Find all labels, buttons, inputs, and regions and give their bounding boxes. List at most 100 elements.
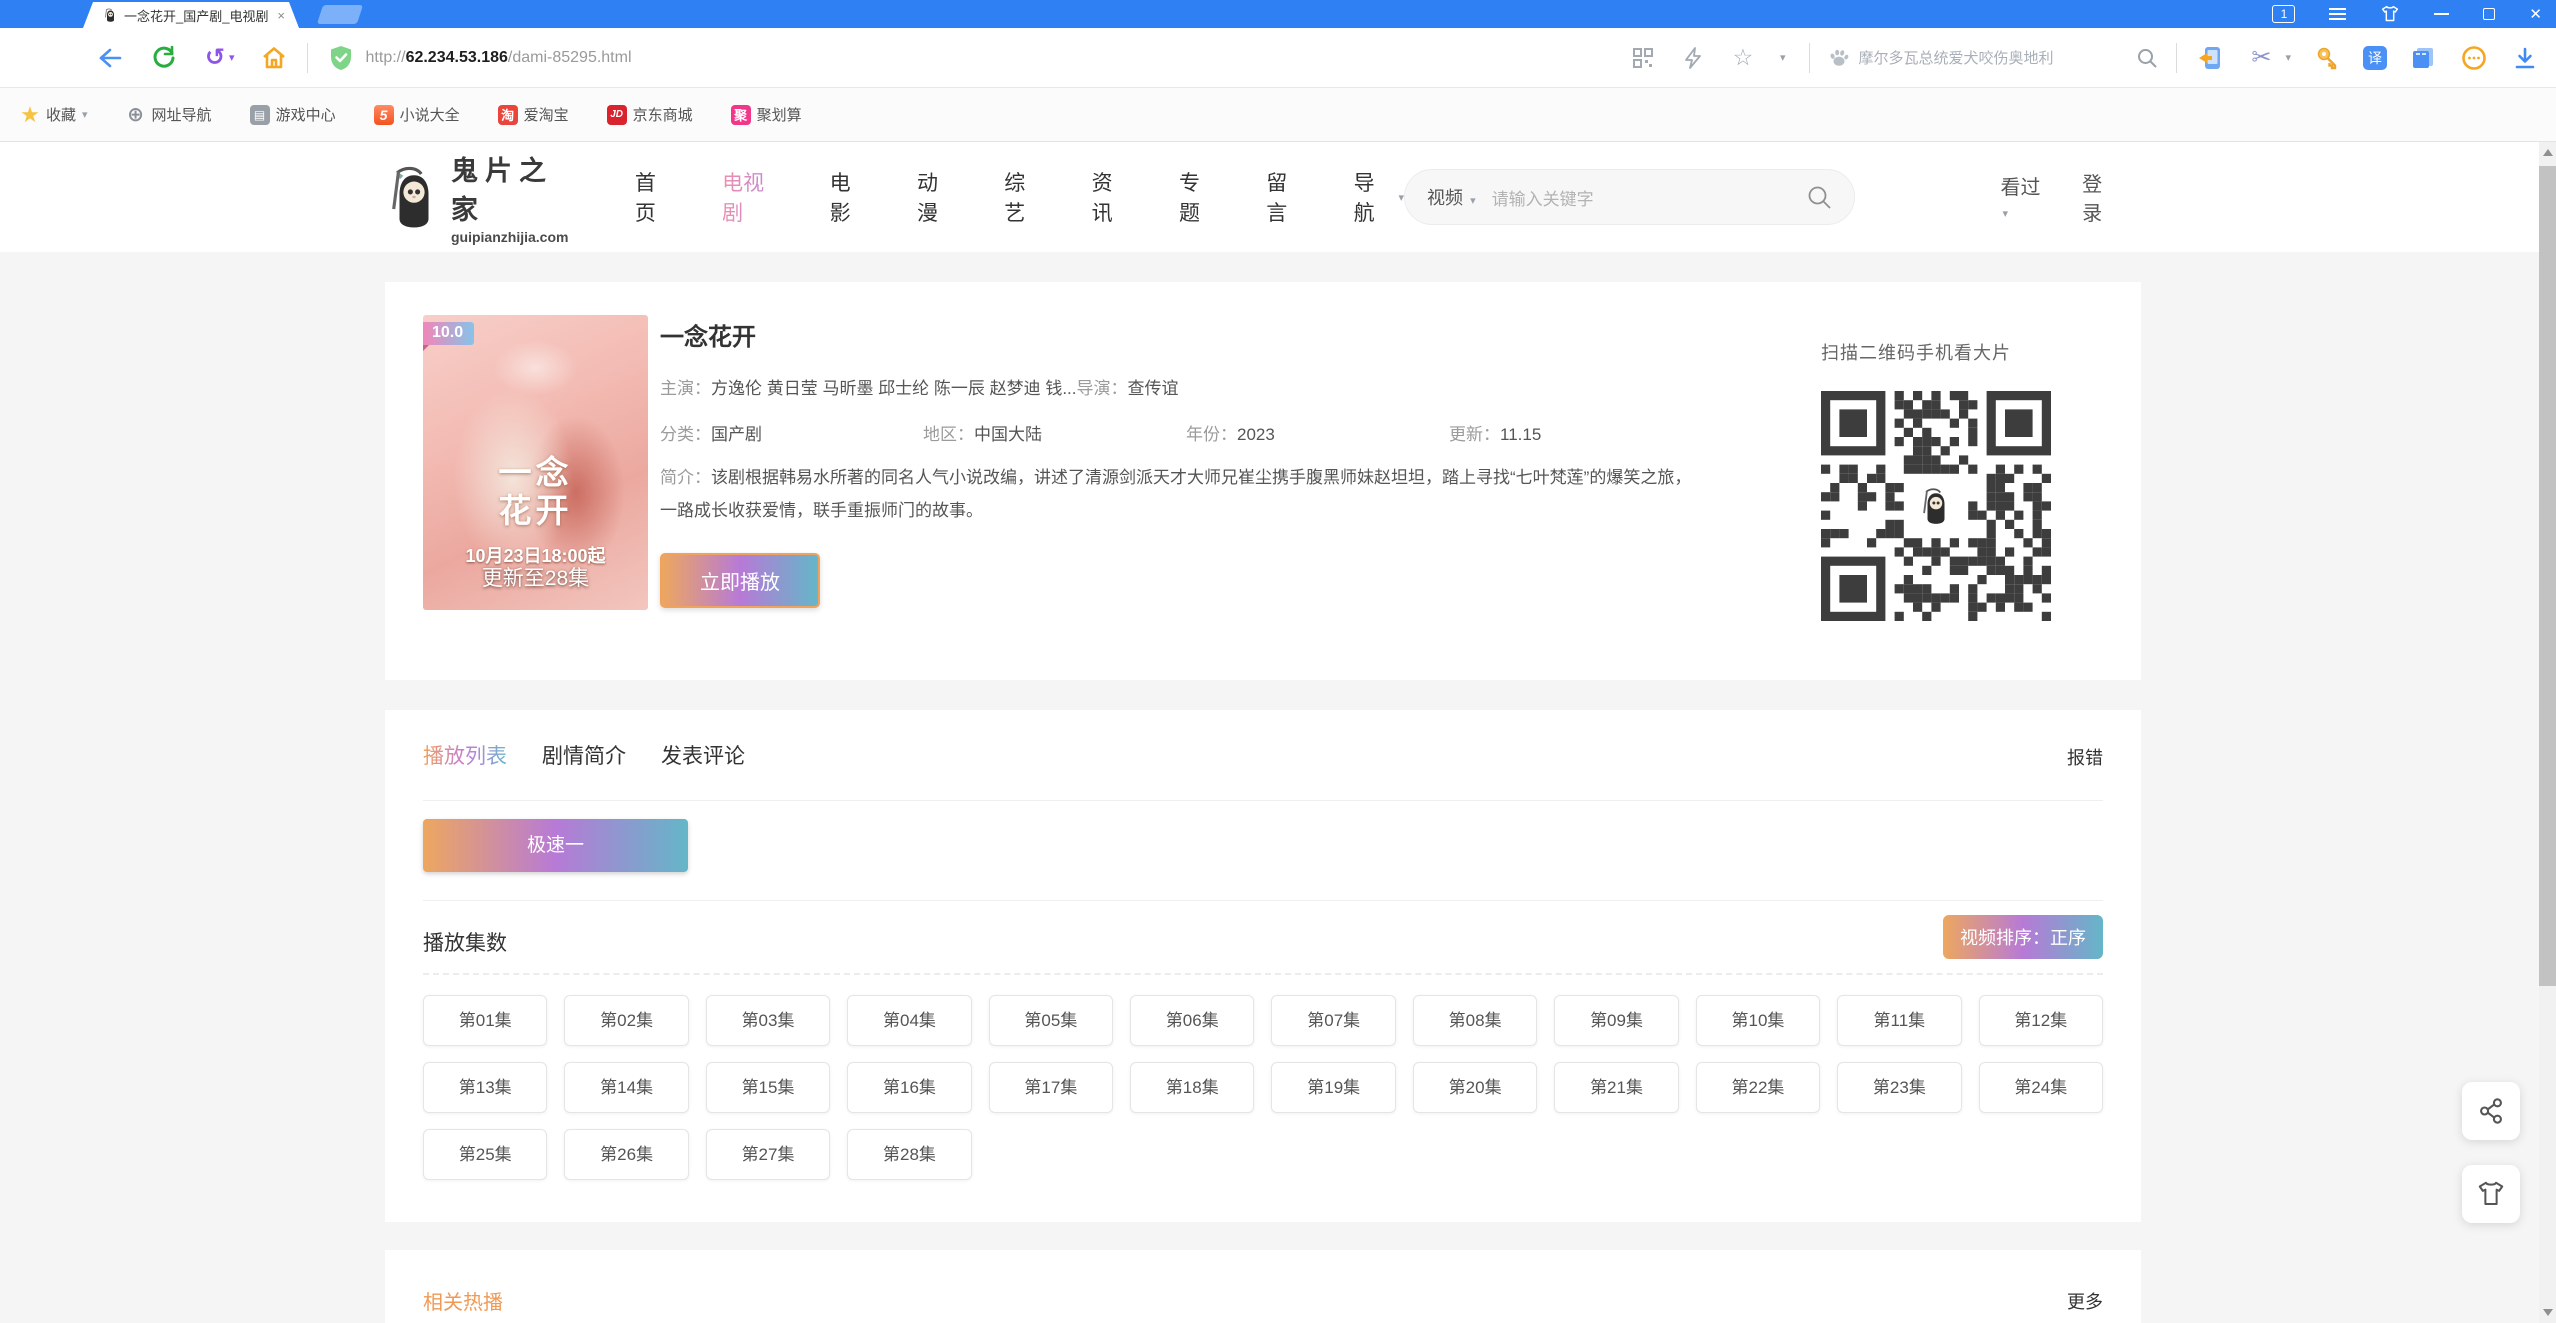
playlist-tab[interactable]: 发表评论 (661, 740, 745, 770)
home-icon[interactable] (259, 43, 289, 73)
screenshot-scissors-icon[interactable]: ✂ (2246, 43, 2276, 73)
site-search-bar[interactable]: 视频 ▾ 请输入关键字 (1404, 169, 1855, 225)
favorite-dropdown-icon[interactable]: ▾ (1780, 51, 1786, 64)
episode-button[interactable]: 第10集 (1696, 995, 1820, 1046)
nav-item[interactable]: 综艺 (1004, 167, 1044, 227)
sort-order-button[interactable]: 视频排序：正序 (1943, 915, 2103, 959)
minimize-button[interactable] (2434, 13, 2449, 15)
quick-search-query[interactable]: 摩尔多瓦总统爱犬咬伤奥地利 (1858, 47, 2128, 68)
share-button[interactable] (2462, 1082, 2520, 1140)
bookmark-item[interactable]: JD 京东商城 (607, 104, 693, 125)
search-category-select[interactable]: 视频 ▾ (1427, 184, 1476, 210)
back-icon[interactable] (95, 43, 125, 73)
episode-button[interactable]: 第09集 (1554, 995, 1678, 1046)
tab-close-icon[interactable]: × (277, 8, 285, 23)
episode-button[interactable]: 第20集 (1413, 1062, 1537, 1113)
episode-button[interactable]: 第24集 (1979, 1062, 2103, 1113)
bookmark-item[interactable]: ▤ 游戏中心 (250, 104, 336, 125)
undo-icon[interactable]: ↺ (203, 43, 227, 73)
send-to-phone-icon[interactable] (2195, 43, 2225, 73)
quick-search-box[interactable]: 摩尔多瓦总统爱犬咬伤奥地利 (1828, 47, 2158, 69)
address-bar[interactable]: http://62.234.53.186/dami-85295.html (366, 49, 1628, 67)
site-logo[interactable]: 鬼片之家 guipianzhijia.com (385, 149, 583, 245)
episode-button[interactable]: 第03集 (706, 995, 830, 1046)
episode-button[interactable]: 第19集 (1271, 1062, 1395, 1113)
episode-button[interactable]: 第15集 (706, 1062, 830, 1113)
episode-button[interactable]: 第07集 (1271, 995, 1395, 1046)
translate-icon[interactable]: 译 (2363, 46, 2387, 70)
restore-button[interactable] (2483, 8, 2495, 20)
episode-button[interactable]: 第06集 (1130, 995, 1254, 1046)
episode-button[interactable]: 第14集 (564, 1062, 688, 1113)
episode-button[interactable]: 第16集 (847, 1062, 971, 1113)
bookmark-item[interactable]: ⊕ 网址导航 (126, 104, 212, 125)
close-button[interactable]: ✕ (2529, 5, 2542, 23)
source-button[interactable]: 极速一 (423, 819, 688, 872)
bookmark-dropdown-icon[interactable]: ▾ (82, 108, 88, 121)
browser-menu-icon[interactable] (2329, 8, 2346, 20)
report-error-link[interactable]: 报错 (2067, 744, 2103, 770)
bookmark-item[interactable]: 淘 爱淘宝 (498, 104, 569, 125)
playlist-tab[interactable]: 播放列表 (423, 740, 507, 770)
undo-dropdown-icon[interactable]: ▾ (229, 51, 235, 64)
episode-button[interactable]: 第25集 (423, 1129, 547, 1180)
starring-value[interactable]: 方逸伦 黄日莹 马昕墨 邱士纶 陈一辰 赵梦迪 钱... (711, 379, 1077, 398)
bookmark-item[interactable]: ★ 收藏 ▾ (20, 104, 88, 125)
episode-button[interactable]: 第04集 (847, 995, 971, 1046)
episode-button[interactable]: 第17集 (989, 1062, 1113, 1113)
search-input[interactable]: 请输入关键字 (1492, 185, 1807, 210)
episode-button[interactable]: 第12集 (1979, 995, 2103, 1046)
browser-tab[interactable]: 一念花开_国产剧_电视剧 × (83, 2, 299, 28)
meta-value[interactable]: 11.15 (1500, 425, 1541, 444)
episode-button[interactable]: 第22集 (1696, 1062, 1820, 1113)
tab-count-badge[interactable]: 1 (2272, 5, 2295, 23)
nav-item[interactable]: 动漫 (917, 167, 957, 227)
bookmark-item[interactable]: 聚 聚划算 (731, 104, 802, 125)
nav-item[interactable]: 专题 (1179, 167, 1219, 227)
nav-item[interactable]: 导航 ▾ (1354, 167, 1404, 227)
nav-item[interactable]: 留言 (1266, 167, 1306, 227)
meta-value[interactable]: 中国大陆 (974, 425, 1042, 444)
security-shield-icon[interactable] (326, 43, 356, 73)
search-magnifier-icon[interactable] (1806, 184, 1832, 210)
episode-button[interactable]: 第08集 (1413, 995, 1537, 1046)
nav-item[interactable]: 资讯 (1092, 167, 1132, 227)
scroll-down-icon[interactable] (2543, 1309, 2553, 1316)
quick-search-magnifier-icon[interactable] (2136, 47, 2158, 69)
scroll-up-icon[interactable] (2543, 149, 2553, 156)
scrollbar-thumb[interactable] (2539, 166, 2556, 986)
director-value[interactable]: 查传谊 (1128, 379, 1179, 398)
episode-button[interactable]: 第26集 (564, 1129, 688, 1180)
video-poster[interactable]: 10.0 一念 花开 10月23日18:00起 更新至28集 (423, 315, 648, 610)
episode-button[interactable]: 第05集 (989, 995, 1113, 1046)
episode-button[interactable]: 第18集 (1130, 1062, 1254, 1113)
playlist-tab[interactable]: 剧情简介 (542, 740, 626, 770)
related-more-link[interactable]: 更多 (2067, 1288, 2103, 1314)
play-now-button[interactable]: 立即播放 (660, 553, 820, 608)
login-link[interactable]: 登录 (2082, 168, 2121, 226)
episode-button[interactable]: 第11集 (1837, 995, 1961, 1046)
theme-tshirt-button[interactable] (2462, 1165, 2520, 1223)
qr-toolbar-icon[interactable] (1628, 43, 1658, 73)
flash-speed-icon[interactable] (1678, 43, 1708, 73)
download-icon[interactable] (2510, 43, 2540, 73)
more-extensions-icon[interactable] (2459, 43, 2489, 73)
nav-item[interactable]: 电影 (830, 167, 870, 227)
nav-item[interactable]: 电视剧 (722, 167, 783, 227)
episode-button[interactable]: 第21集 (1554, 1062, 1678, 1113)
screenshot-dropdown-icon[interactable]: ▾ (2285, 51, 2291, 64)
episode-button[interactable]: 第28集 (847, 1129, 971, 1180)
meta-value[interactable]: 2023 (1237, 425, 1275, 444)
new-tab-button[interactable] (317, 5, 363, 24)
meta-value[interactable]: 国产剧 (711, 425, 762, 444)
watched-link[interactable]: 看过 ▾ (2000, 171, 2052, 223)
favorite-star-icon[interactable]: ☆ (1728, 43, 1758, 73)
episode-button[interactable]: 第02集 (564, 995, 688, 1046)
password-key-icon[interactable] (2312, 43, 2342, 73)
browser-scrollbar[interactable] (2539, 142, 2556, 1323)
episode-button[interactable]: 第23集 (1837, 1062, 1961, 1113)
notes-icon[interactable] (2408, 43, 2438, 73)
episode-button[interactable]: 第01集 (423, 995, 547, 1046)
episode-button[interactable]: 第13集 (423, 1062, 547, 1113)
refresh-icon[interactable] (149, 43, 179, 73)
